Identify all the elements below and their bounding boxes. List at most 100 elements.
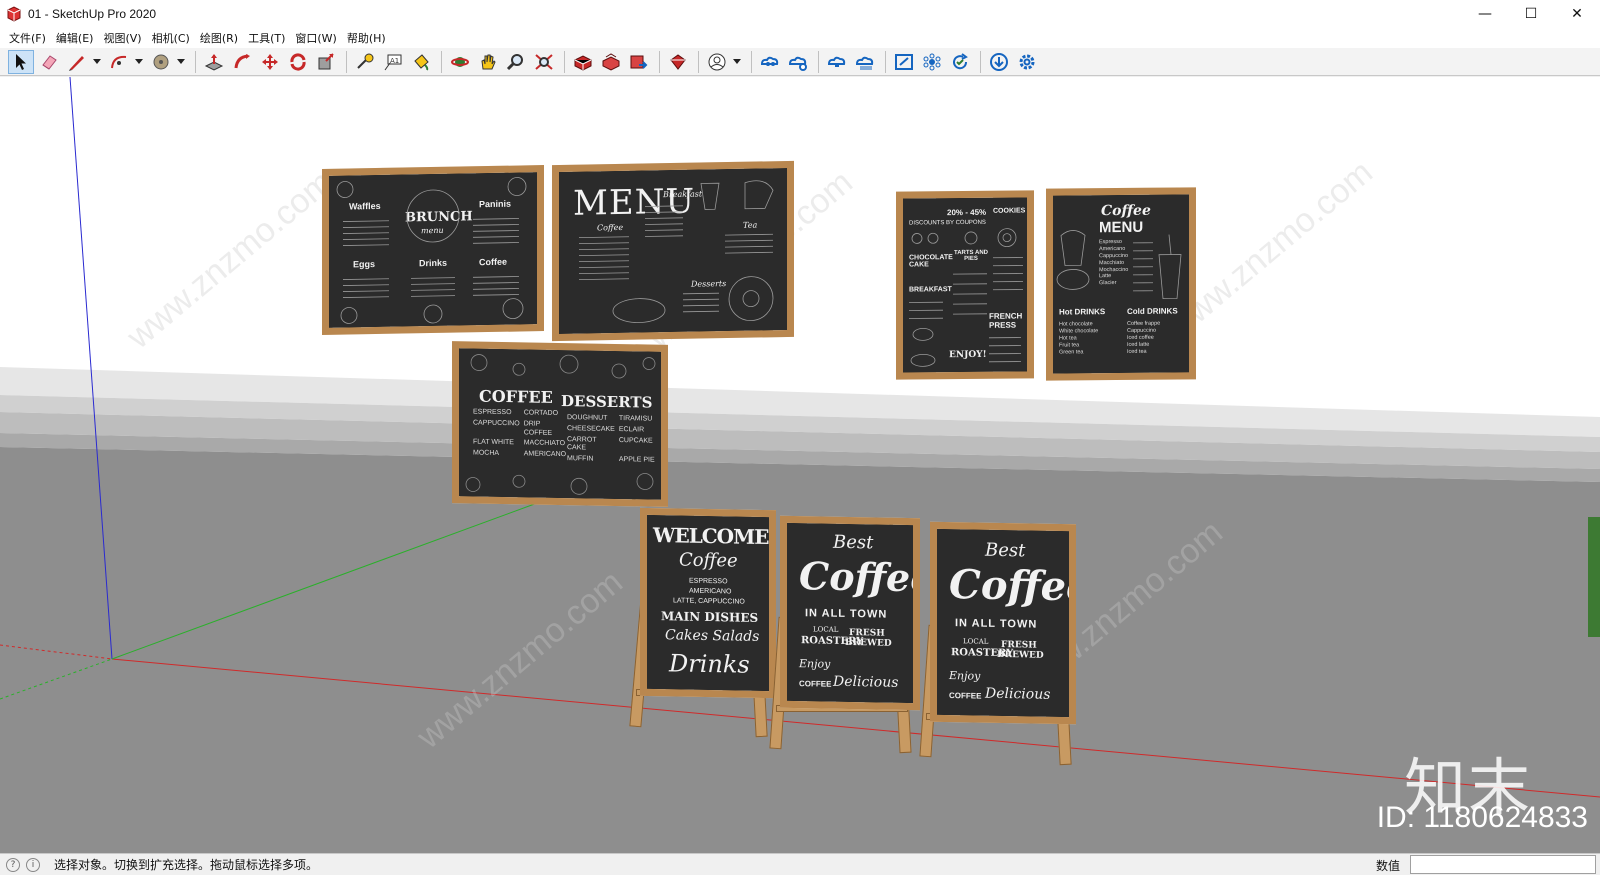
welcome-line-2: AMERICANO bbox=[689, 587, 732, 596]
shape-tool-button[interactable] bbox=[148, 50, 174, 74]
measurements-input[interactable] bbox=[1410, 855, 1596, 874]
eraser-tool-button[interactable] bbox=[36, 50, 62, 74]
zoom-icon bbox=[506, 53, 523, 70]
menu-edit[interactable]: 编辑(E) bbox=[51, 30, 99, 46]
window-title: 01 - SketchUp Pro 2020 bbox=[28, 7, 157, 21]
rotate-tool-button[interactable] bbox=[285, 50, 311, 74]
paint-bucket-tool-button[interactable] bbox=[408, 50, 434, 74]
welcome-easel-board[interactable]: WELCOME Coffee ESPRESSO AMERICANO LATTE,… bbox=[640, 507, 776, 699]
maximize-button[interactable]: ☐ bbox=[1508, 0, 1554, 28]
text-tool-button[interactable]: A1 bbox=[380, 50, 406, 74]
chevron-down-icon bbox=[177, 58, 185, 64]
send-to-layout-button[interactable] bbox=[626, 50, 652, 74]
account-dropdown[interactable] bbox=[732, 50, 742, 74]
orbit-icon bbox=[451, 56, 469, 67]
text-icon: A1 bbox=[384, 54, 402, 70]
best-coffee-1-local: LOCAL bbox=[813, 625, 839, 634]
pencil-line-icon bbox=[69, 55, 84, 71]
best-coffee-2-local: LOCAL bbox=[963, 637, 989, 646]
best-coffee-easel-board-1[interactable]: Best Coffee IN ALL TOWN LOCAL ROASTERY F… bbox=[780, 515, 920, 711]
svg-text:A1: A1 bbox=[390, 57, 399, 65]
scale-tool-button[interactable] bbox=[313, 50, 339, 74]
menu-file[interactable]: 文件(F) bbox=[4, 30, 51, 46]
line-tool-button[interactable] bbox=[64, 50, 90, 74]
3d-warehouse-button[interactable] bbox=[570, 50, 596, 74]
follow-me-tool-button[interactable] bbox=[229, 50, 255, 74]
download-button[interactable] bbox=[986, 50, 1012, 74]
menu-view[interactable]: 视图(V) bbox=[98, 30, 146, 46]
status-bar: ? i 选择对象。切换到扩充选择。拖动鼠标选择多项。 数值 bbox=[0, 853, 1600, 875]
menu-help[interactable]: 帮助(H) bbox=[342, 30, 391, 46]
coffee-desserts-board[interactable]: COFFEE DESSERTS ESPRESSO CORTADO CAPPUCC… bbox=[452, 341, 668, 507]
best-coffee-easel-board-2[interactable]: Best Coffee IN ALL TOWN LOCAL ROASTERY F… bbox=[930, 521, 1076, 725]
info-icon[interactable]: i bbox=[26, 857, 40, 872]
trimble-connect-button[interactable] bbox=[757, 50, 783, 74]
account-icon bbox=[708, 53, 726, 70]
best-coffee-1-enjoy: Enjoy bbox=[799, 657, 831, 671]
minimize-button[interactable]: — bbox=[1462, 0, 1508, 28]
settings-gear-icon bbox=[1019, 54, 1035, 69]
tape-measure-tool-button[interactable] bbox=[352, 50, 378, 74]
welcome-line-3: LATTE, CAPPUCCINO bbox=[673, 597, 745, 606]
extension-manager-icon bbox=[670, 53, 686, 70]
zoom-extents-tool-button[interactable] bbox=[531, 50, 557, 74]
coffee-menu-board[interactable]: Coffee MENU Espresso Americano Cappuccin… bbox=[1046, 187, 1196, 381]
model-viewport[interactable]: www.znzmo.com www.znzmo.com www.znzmo.co… bbox=[0, 77, 1600, 853]
welcome-line-1: ESPRESSO bbox=[689, 577, 728, 586]
extension-manager-button[interactable] bbox=[665, 50, 691, 74]
rotate-icon bbox=[290, 52, 306, 71]
cloud-share-icon bbox=[788, 56, 807, 71]
cloud-upload-button[interactable] bbox=[852, 50, 878, 74]
best-coffee-2-line2: Coffee bbox=[949, 561, 1076, 611]
move-tool-button[interactable] bbox=[257, 50, 283, 74]
best-coffee-1-brewed: BREWED bbox=[845, 637, 892, 649]
orbit-tool-button[interactable] bbox=[447, 50, 473, 74]
menu-camera[interactable]: 相机(C) bbox=[147, 30, 195, 46]
brunch-menu-board[interactable]: Waffles BRUNCH menu Paninis Eggs Drinks … bbox=[322, 165, 544, 335]
sketchup-logo-icon bbox=[7, 6, 21, 22]
geo-location-icon[interactable]: ? bbox=[6, 857, 20, 872]
components-button[interactable] bbox=[919, 50, 945, 74]
settings-button[interactable] bbox=[1014, 50, 1040, 74]
coffee-desserts-doodles bbox=[465, 354, 656, 495]
toolbar-separator bbox=[751, 50, 752, 73]
title-bar: 01 - SketchUp Pro 2020 — ☐ ✕ bbox=[0, 0, 1600, 28]
cloud-sync-button[interactable] bbox=[824, 50, 850, 74]
pan-icon bbox=[481, 54, 496, 69]
menu-tools[interactable]: 工具(T) bbox=[243, 30, 290, 46]
toolbar-separator bbox=[659, 50, 660, 73]
close-button[interactable]: ✕ bbox=[1554, 0, 1600, 28]
extension-warehouse-button[interactable] bbox=[598, 50, 624, 74]
menu-draw[interactable]: 绘图(R) bbox=[195, 30, 243, 46]
zoom-tool-button[interactable] bbox=[503, 50, 529, 74]
fit-view-button[interactable] bbox=[891, 50, 917, 74]
menu-window[interactable]: 窗口(W) bbox=[290, 30, 341, 46]
arc-tool-dropdown[interactable] bbox=[134, 50, 144, 74]
move-icon bbox=[262, 53, 278, 70]
arc-tool-button[interactable] bbox=[106, 50, 132, 74]
best-coffee-1-line3: IN ALL TOWN bbox=[805, 607, 888, 621]
best-coffee-1-fresh: FRESH bbox=[849, 627, 885, 639]
select-tool-button[interactable] bbox=[8, 49, 34, 74]
toolbar-separator bbox=[441, 50, 442, 73]
shape-tool-dropdown[interactable] bbox=[176, 50, 186, 74]
welcome-line-5: Cakes Salads bbox=[665, 627, 760, 645]
main-menu-board[interactable]: MENU Breakfast Coffee Tea Desserts bbox=[552, 160, 794, 342]
best-coffee-1-line2: Coffee bbox=[799, 553, 920, 601]
fit-view-icon bbox=[895, 53, 913, 70]
measurements-label: 数值 bbox=[1376, 859, 1401, 873]
push-pull-tool-button[interactable] bbox=[201, 50, 227, 74]
account-button[interactable] bbox=[704, 50, 730, 74]
warehouse-icon bbox=[574, 54, 592, 71]
discounts-board[interactable]: 20% - 45% DISCOUNTS BY COUPONS COOKIES C… bbox=[896, 190, 1034, 380]
best-coffee-1-delicious: Delicious bbox=[833, 673, 899, 691]
status-message: 选择对象。切换到扩充选择。拖动鼠标选择多项。 bbox=[54, 858, 319, 872]
pan-tool-button[interactable] bbox=[475, 50, 501, 74]
cloud-share-button[interactable] bbox=[785, 50, 811, 74]
brunch-doodles bbox=[336, 177, 527, 324]
push-pull-icon bbox=[204, 53, 224, 71]
refresh-check-button[interactable] bbox=[947, 50, 973, 74]
extension-warehouse-icon bbox=[602, 52, 620, 71]
line-tool-dropdown[interactable] bbox=[92, 50, 102, 74]
best-coffee-2-fresh: FRESH bbox=[1001, 639, 1037, 651]
